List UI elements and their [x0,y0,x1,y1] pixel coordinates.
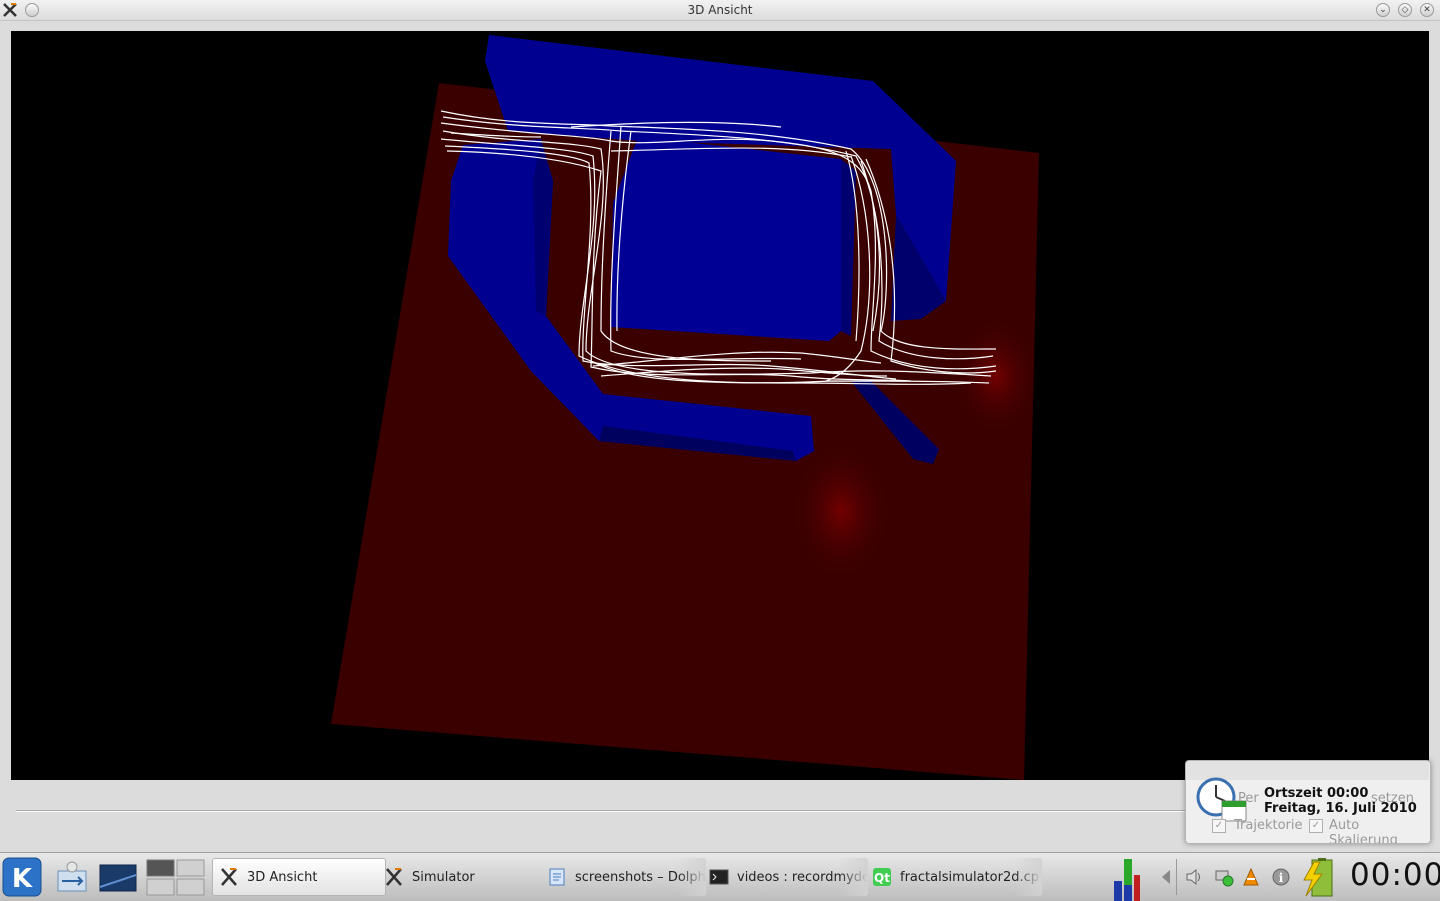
3d-viewport[interactable] [11,31,1429,780]
close-button[interactable]: ✕ [1420,3,1434,17]
label-fade [840,858,868,896]
autoscale-label: Auto Skalierung [1329,818,1398,844]
task-label: 3D Ansicht [247,869,318,885]
digital-clock[interactable]: 00:00 [1350,857,1440,893]
timeline-separator [16,810,1186,812]
battery-power-icon[interactable] [1300,858,1336,898]
svg-text:K: K [12,864,33,894]
task-3d-ansicht[interactable]: 3D Ansicht [212,858,386,896]
kde-menu-icon[interactable]: K [2,857,42,897]
center-block [611,137,841,341]
autoscale-checkbox[interactable]: ✓ [1309,819,1323,833]
trajectory-checkbox[interactable]: ✓ [1212,819,1226,833]
label-fade [678,858,706,896]
clock-popup: Per setzen Ortszeit 00:00 Freitag, 16. J… [1185,760,1431,844]
dolphin-icon [549,868,565,886]
tray-separator [1176,859,1177,895]
local-time: Ortszeit 00:00 [1264,786,1369,801]
terminal-icon [709,869,729,885]
task-simulator[interactable]: Simulator [378,858,538,896]
pager-icon[interactable] [146,857,206,897]
title-bar: 3D Ansicht ⌄ ◇ ✕ [0,0,1440,21]
tray-collapse-arrow-icon[interactable] [1156,867,1176,887]
window-title: 3D Ansicht [687,3,753,17]
vlc-icon[interactable] [1241,867,1261,887]
label-fade [1014,858,1042,896]
task-dolphin[interactable]: screenshots – Dolphi [541,858,706,896]
task-label: Simulator [412,869,475,885]
heat-spot [951,316,1041,436]
system-monitor-icon[interactable] [1112,857,1142,901]
task-qtcreator[interactable]: Qt fractalsimulator2d.cp [866,858,1042,896]
trajectory-label: Trajektorie [1234,818,1303,833]
3d-scene [331,35,1041,780]
minimize-button[interactable]: ⌄ [1376,3,1390,17]
maximize-button[interactable]: ◇ [1398,3,1412,17]
taskbar: K 3D Ansicht Simulator screenshots – Dol… [0,852,1440,901]
network-computer-icon[interactable] [52,857,92,897]
desktop-icon[interactable] [98,857,138,897]
x-window-icon [386,868,402,886]
qt-icon: Qt [873,868,891,886]
date-text: Freitag, 16. Juli 2010 [1264,801,1417,816]
network-status-icon[interactable] [1214,867,1234,887]
svg-text:Qt: Qt [874,871,890,885]
info-icon[interactable]: i [1271,867,1291,887]
x-window-icon [221,868,237,886]
volume-icon[interactable] [1184,867,1204,887]
task-terminal[interactable]: videos : recordmydes [703,858,868,896]
svg-text:i: i [1279,871,1284,885]
heat-spot [791,441,891,581]
